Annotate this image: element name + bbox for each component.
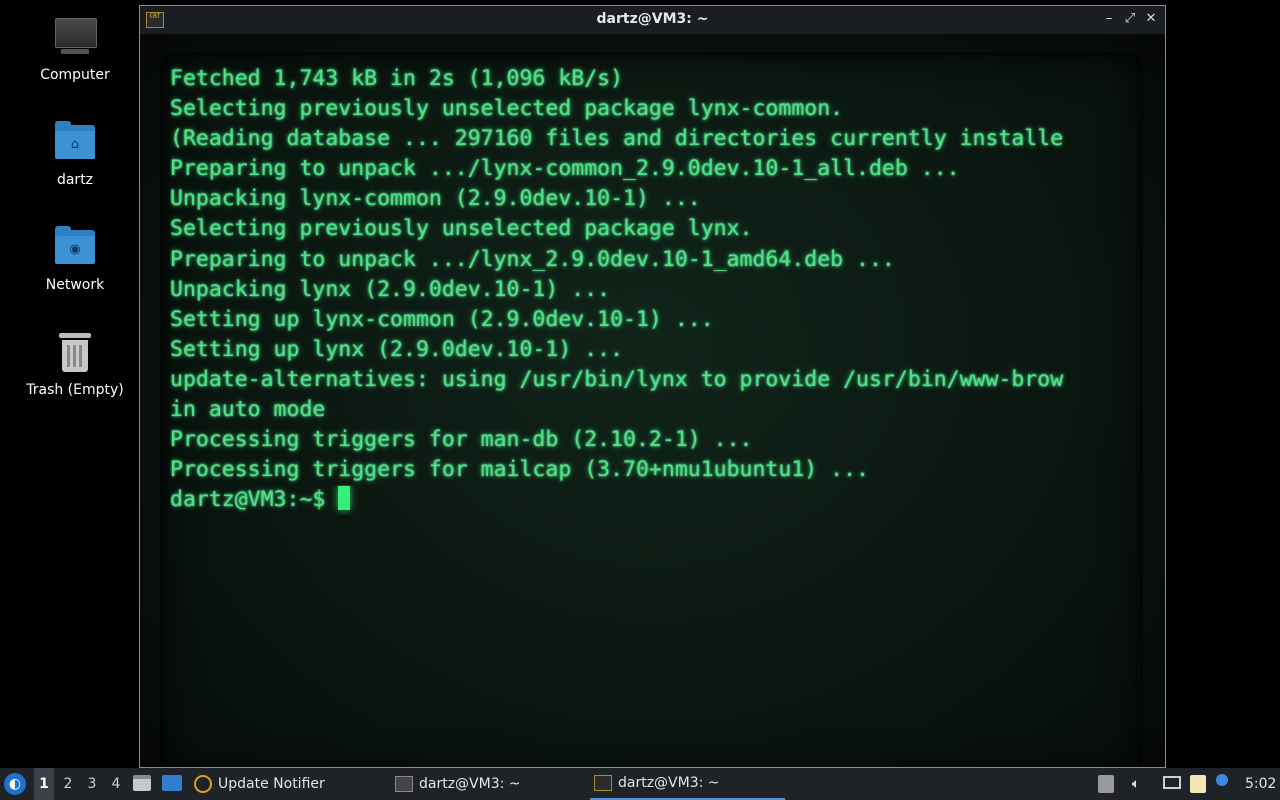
terminal-line: (Reading database ... 297160 files and d… [170,126,1064,152]
terminal-window[interactable]: CRT dartz@VM3: ~ – ⤢ ✕ Fetched 1,743 kB … [139,5,1166,768]
desktop-icon-computer[interactable]: Computer [5,16,145,84]
network-folder-icon: ◉ [53,226,97,270]
desktop-icon-trash[interactable]: Trash (Empty) [5,331,145,399]
terminal-line: Preparing to unpack .../lynx_2.9.0dev.10… [170,246,895,272]
taskbar: ◐ 1 2 3 4 Update Notifier dartz@VM3: ~ d… [0,768,1280,800]
desktop-icon [162,775,182,791]
workspace-1[interactable]: 1 [34,768,54,800]
eject-icon[interactable] [1098,775,1118,793]
terminal-line: in auto mode [170,397,326,423]
terminal-line: Fetched 1,743 kB in 2s (1,096 kB/s) [170,66,624,91]
home-folder-icon: ⌂ [53,121,97,165]
maximize-button[interactable]: ⤢ [1121,10,1139,28]
desktop: Computer ⌂ dartz ◉ Network Trash (Empty)… [0,0,1280,768]
task-update-notifier[interactable]: Update Notifier [194,768,384,800]
workspace-3[interactable]: 3 [82,768,102,800]
clock[interactable]: 5:02 [1245,768,1277,800]
desktop-icon-home[interactable]: ⌂ dartz [5,121,145,189]
display-icon[interactable] [1163,776,1185,792]
terminal-line: Processing triggers for man-db (2.10.2-1… [170,427,753,453]
workspace-2[interactable]: 2 [58,768,78,800]
crt-terminal-icon [594,775,612,791]
task-label: Update Notifier [218,776,325,792]
terminal-icon [395,776,413,792]
terminal-prompt: dartz@VM3:~$ [170,487,339,513]
terminal-line: update-alternatives: using /usr/bin/lynx… [170,366,1064,392]
terminal-line: Setting up lynx-common (2.9.0dev.10-1) .… [170,306,714,332]
terminal-line: Setting up lynx (2.9.0dev.10-1) ... [170,336,624,362]
terminal-line: Selecting previously unselected package … [170,96,844,122]
close-button[interactable]: ✕ [1142,10,1160,28]
task-crt-terminal[interactable]: dartz@VM3: ~ [590,768,785,800]
terminal-prompt-line[interactable]: dartz@VM3:~$ [170,485,1135,515]
workspace-4[interactable]: 4 [106,768,126,800]
terminal-line: Processing triggers for mailcap (3.70+nm… [170,457,869,483]
task-terminal[interactable]: dartz@VM3: ~ [395,768,585,800]
desktop-icon-network[interactable]: ◉ Network [5,226,145,294]
terminal-line: Preparing to unpack .../lynx-common_2.9.… [170,156,960,182]
file-manager-launcher[interactable] [133,775,153,793]
minimize-button[interactable]: – [1100,10,1118,28]
window-titlebar[interactable]: CRT dartz@VM3: ~ – ⤢ ✕ [140,6,1165,34]
window-title: dartz@VM3: ~ [596,11,709,27]
update-notifier-icon [194,775,212,793]
clipboard-icon[interactable] [1190,775,1210,793]
file-manager-icon [133,775,151,791]
terminal-line: Unpacking lynx (2.9.0dev.10-1) ... [170,276,611,302]
show-desktop-launcher[interactable] [162,775,182,793]
start-menu-icon[interactable]: ◐ [4,773,26,795]
terminal-output[interactable]: Fetched 1,743 kB in 2s (1,096 kB/s) Selec… [170,64,1135,515]
volume-icon[interactable]: 🔈︎ [1126,768,1146,800]
terminal-area[interactable]: Fetched 1,743 kB in 2s (1,096 kB/s) Selec… [140,34,1165,767]
desktop-icon-label: Trash (Empty) [26,382,124,398]
task-label: dartz@VM3: ~ [419,776,521,792]
terminal-line: Selecting previously unselected package … [170,216,753,242]
desktop-icon-label: dartz [56,172,94,188]
computer-icon [53,16,97,60]
notification-icon[interactable] [1216,774,1232,790]
task-label: dartz@VM3: ~ [618,775,720,791]
trash-icon [53,331,97,375]
desktop-icon-label: Network [45,277,105,293]
desktop-icon-label: Computer [40,67,110,83]
terminal-line: Unpacking lynx-common (2.9.0dev.10-1) ..… [170,186,701,212]
terminal-cursor [338,486,351,511]
